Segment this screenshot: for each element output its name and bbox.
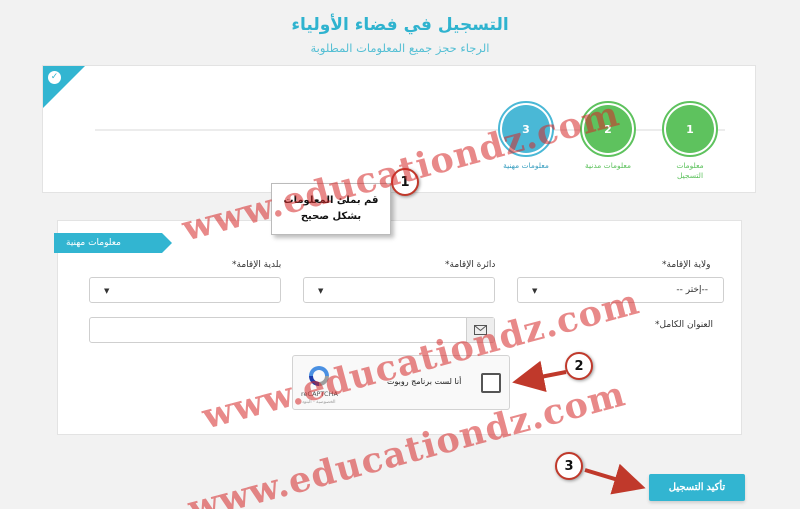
- annotation-badge-3: 3: [555, 452, 583, 480]
- arrow-to-submit: [584, 463, 646, 495]
- note-line2: بشكل صحيح: [300, 211, 362, 222]
- instruction-note: قم بملئ المعلومات بشكل صحيح: [271, 183, 391, 235]
- arrow-to-captcha: [512, 360, 567, 393]
- annotation-arrows: [512, 360, 646, 495]
- annotation-badge-2: 2: [565, 352, 593, 380]
- note-line1: قم بملئ المعلومات: [283, 195, 379, 206]
- annotation-badge-1: 1: [391, 168, 419, 196]
